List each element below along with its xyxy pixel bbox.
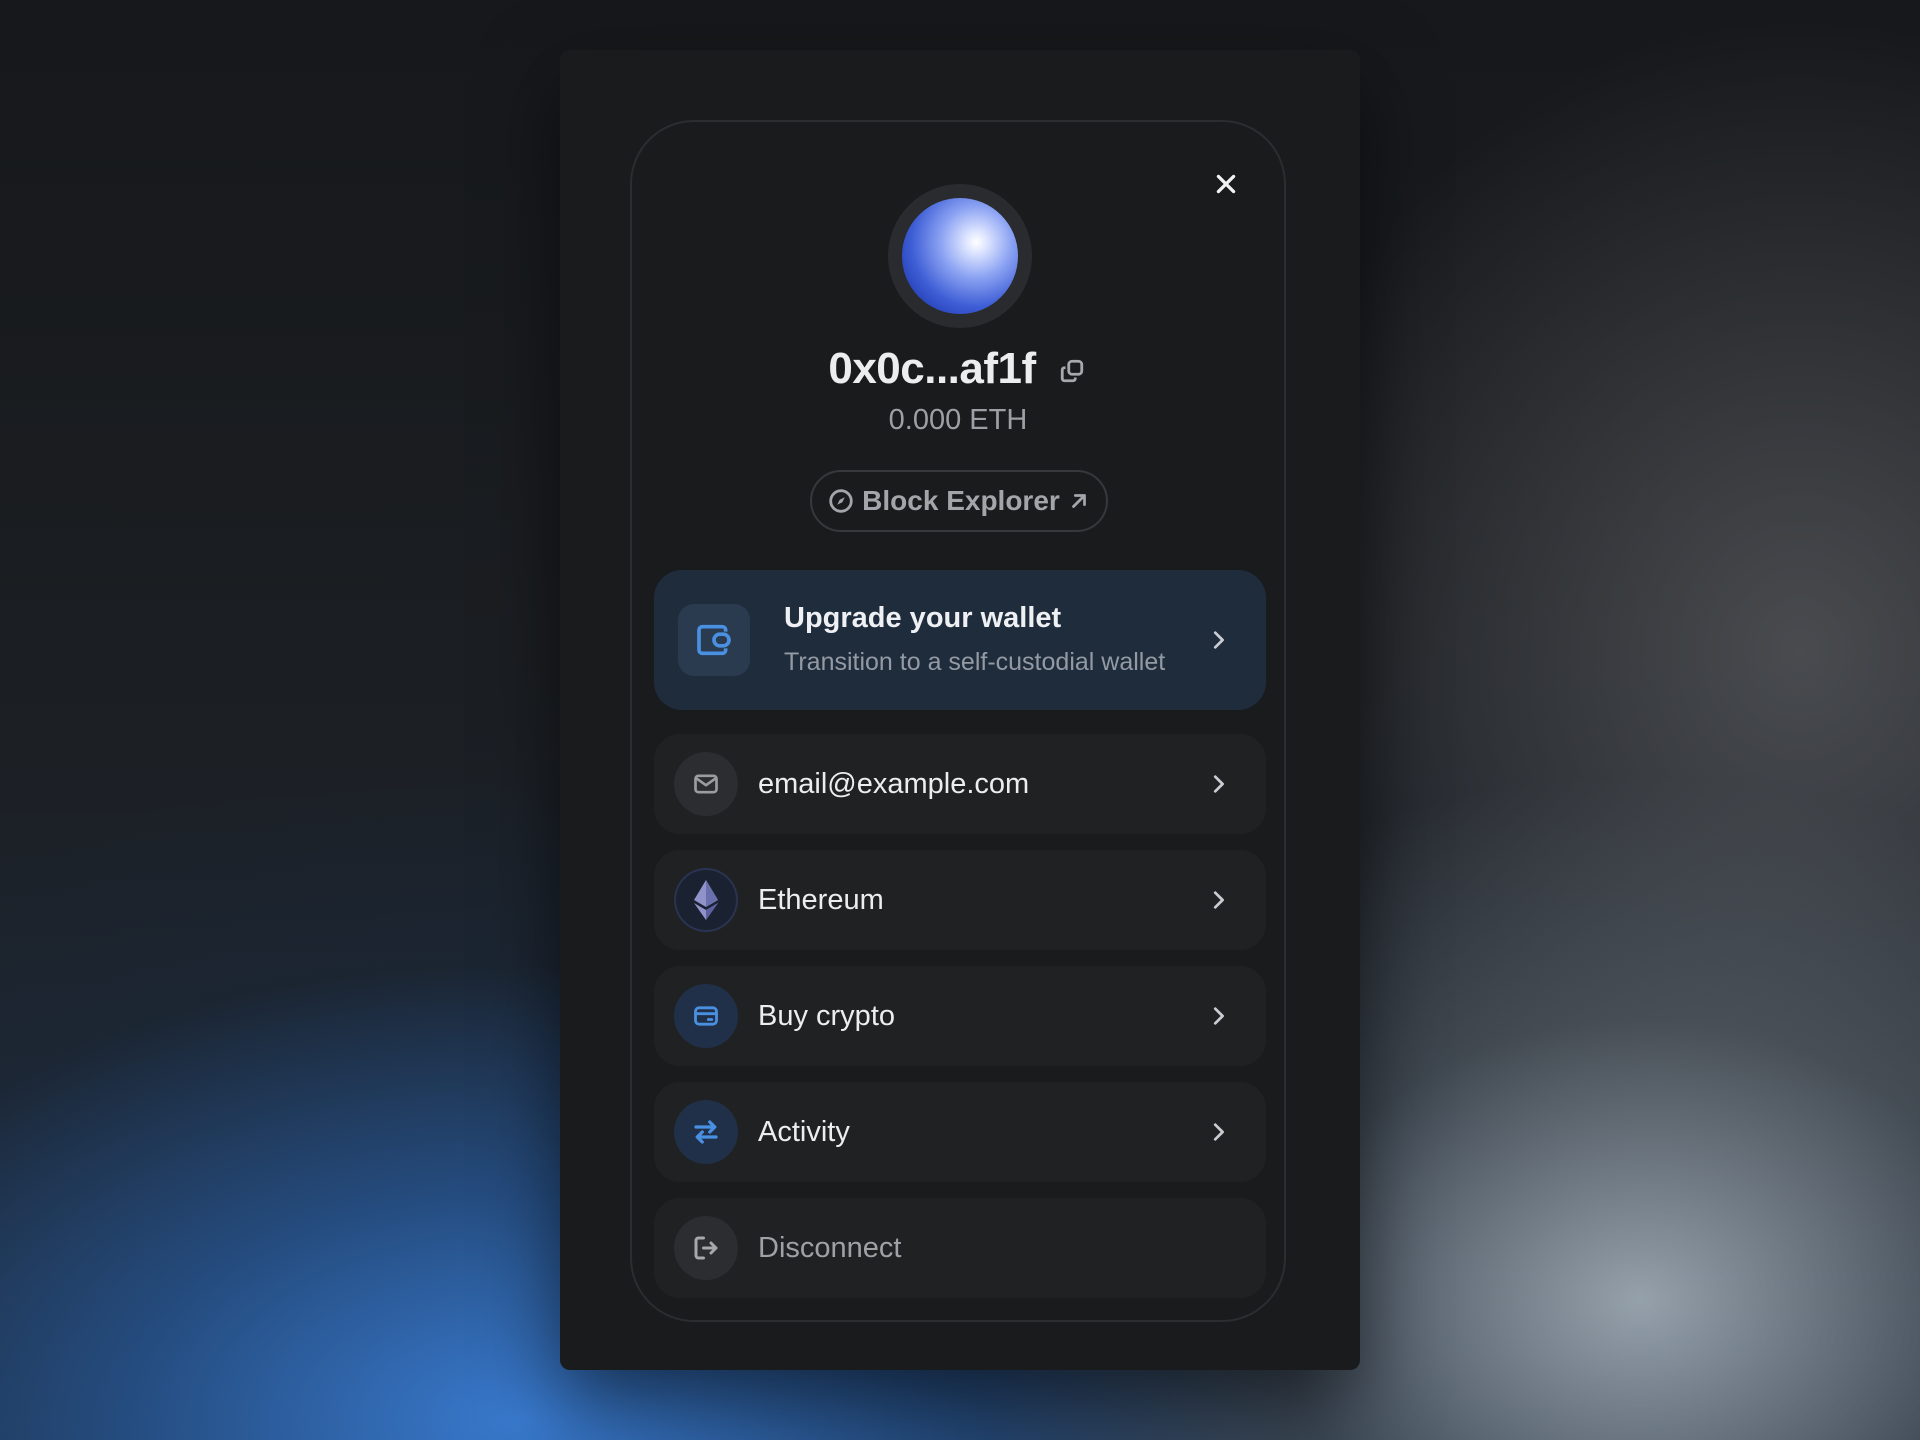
compass-icon xyxy=(829,489,853,513)
disconnect-label: Disconnect xyxy=(758,1232,902,1264)
close-icon xyxy=(1216,174,1236,194)
swap-icon-circle xyxy=(674,1100,738,1164)
wallet-address: 0x0c...af1f xyxy=(828,344,1036,393)
copy-icon xyxy=(1060,359,1083,383)
wallet-icon-box xyxy=(678,604,750,676)
upgrade-wallet-card[interactable]: Upgrade your wallet Transition to a self… xyxy=(654,570,1266,710)
block-explorer-button[interactable]: Block Explorer xyxy=(810,470,1108,532)
swap-arrows-icon xyxy=(694,1120,718,1144)
ethereum-icon xyxy=(694,880,718,920)
wallet-balance: 0.000 ETH xyxy=(888,404,1028,436)
chevron-right-icon xyxy=(1206,1004,1230,1028)
chevron-right-icon xyxy=(1206,628,1230,652)
menu-item-label: Buy crypto xyxy=(758,1000,895,1032)
ethereum-icon-circle xyxy=(674,868,738,932)
mail-icon xyxy=(694,774,718,794)
logout-icon xyxy=(694,1236,718,1260)
menu-item-network[interactable]: Ethereum xyxy=(654,850,1266,950)
card-icon xyxy=(694,1006,718,1026)
upgrade-subtitle: Transition to a self-custodial wallet xyxy=(784,648,1166,676)
chevron-right-icon xyxy=(1206,888,1230,912)
menu-item-email[interactable]: email@example.com xyxy=(654,734,1266,834)
account-modal: 0x0c...af1f 0.000 ETH Block Explorer Upg… xyxy=(630,120,1286,1322)
wallet-panel: 0x0c...af1f 0.000 ETH Block Explorer Upg… xyxy=(560,50,1360,1370)
menu-item-activity[interactable]: Activity xyxy=(654,1082,1266,1182)
avatar-ring xyxy=(888,184,1032,328)
menu-item-label: Activity xyxy=(758,1116,850,1148)
copy-address-button[interactable] xyxy=(1056,355,1088,387)
upgrade-title: Upgrade your wallet xyxy=(784,602,1062,634)
arrow-up-right-icon xyxy=(1071,494,1086,508)
menu-item-label: email@example.com xyxy=(758,768,1030,800)
logout-icon-circle xyxy=(674,1216,738,1280)
avatar xyxy=(902,198,1018,314)
card-icon-circle xyxy=(674,984,738,1048)
address-row: 0x0c...af1f xyxy=(632,344,1284,394)
menu-item-buy-crypto[interactable]: Buy crypto xyxy=(654,966,1266,1066)
wallet-icon xyxy=(697,624,731,656)
chevron-right-icon xyxy=(1206,772,1230,796)
mail-icon-circle xyxy=(674,752,738,816)
close-button[interactable] xyxy=(1206,164,1246,204)
block-explorer-label: Block Explorer xyxy=(862,485,1060,516)
disconnect-button[interactable]: Disconnect xyxy=(654,1198,1266,1298)
chevron-right-icon xyxy=(1206,1120,1230,1144)
menu-item-label: Ethereum xyxy=(758,884,884,916)
